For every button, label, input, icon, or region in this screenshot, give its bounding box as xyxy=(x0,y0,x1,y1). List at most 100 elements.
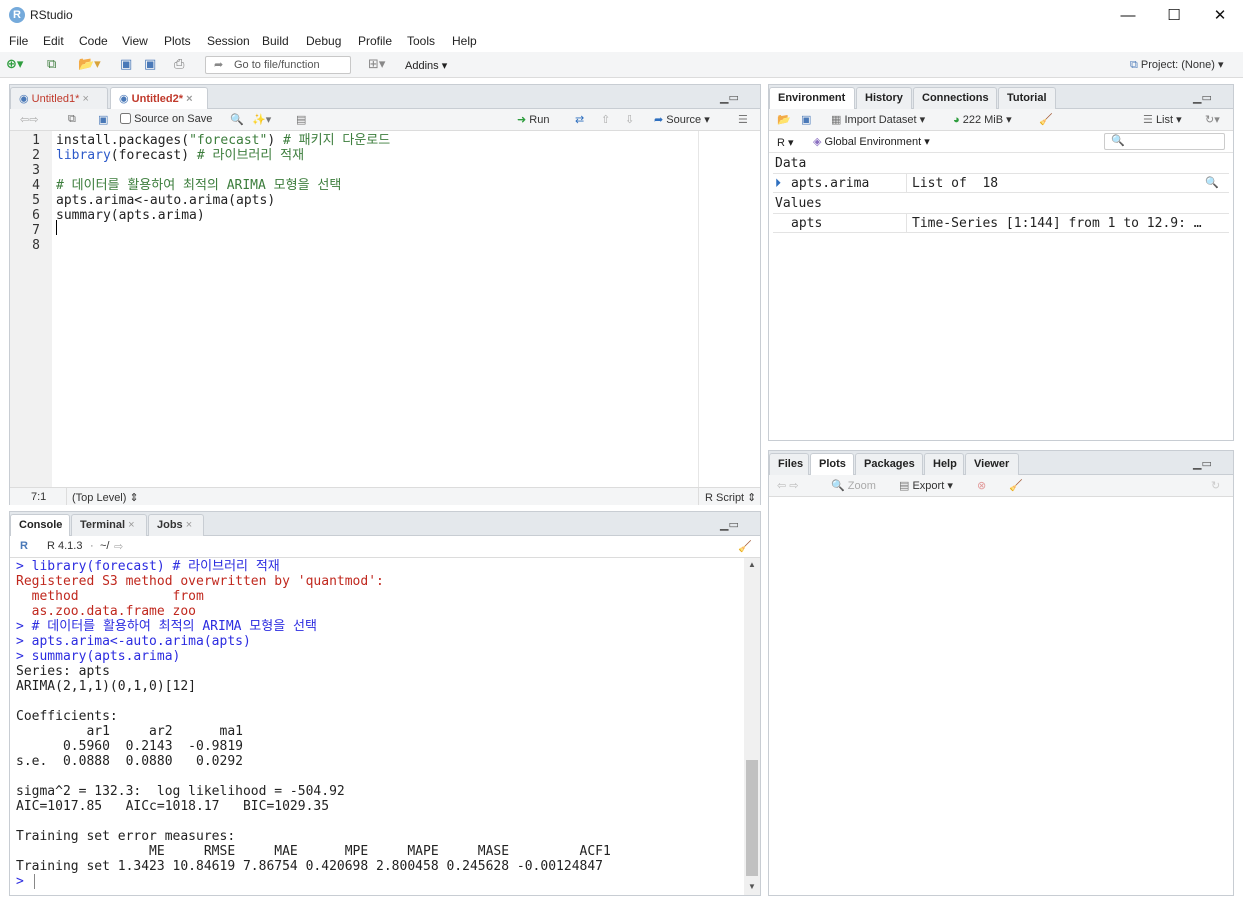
close-button[interactable]: ✕ xyxy=(1197,0,1243,30)
plots-toolbar: ⇦ ⇨ 🔍 Zoom ▤ Export ▾ ⊗ 🧹 ↻ xyxy=(769,475,1233,497)
maximize-button[interactable]: ☐ xyxy=(1151,0,1197,30)
show-in-window-icon[interactable]: ⧉ xyxy=(68,113,76,126)
code-tools-icon[interactable]: ✨▾ xyxy=(252,113,271,126)
save-workspace-icon[interactable]: ▣ xyxy=(801,113,811,126)
addins-menu[interactable]: Addins ▾ xyxy=(405,59,447,72)
menu-profile[interactable]: Profile xyxy=(358,34,392,48)
tab-untitled2[interactable]: ◉ Untitled2* × xyxy=(110,87,208,110)
code-token: ) xyxy=(267,133,283,148)
minimize-button[interactable]: — xyxy=(1105,0,1151,30)
prev-plot-icon[interactable]: ⇦ ⇨ xyxy=(777,479,799,492)
import-dataset-button[interactable]: ▦ Import Dataset ▾ xyxy=(831,113,925,126)
tab-jobs[interactable]: Jobs × xyxy=(148,514,204,536)
minimize-pane-icon[interactable]: ▁▭ xyxy=(1193,91,1212,104)
scroll-up-icon[interactable]: ▲ xyxy=(748,560,756,569)
console-line: 0.5960 0.2143 -0.9819 xyxy=(16,739,243,754)
save-icon[interactable]: ▣ xyxy=(120,56,132,72)
go-up-icon[interactable]: ⇧ xyxy=(601,113,610,126)
refresh-icon[interactable]: ↻ xyxy=(1211,479,1220,492)
tab-untitled1[interactable]: ◉ Untitled1* × xyxy=(10,87,108,109)
close-tab-icon[interactable]: × xyxy=(128,519,134,531)
load-workspace-icon[interactable]: 📂 xyxy=(777,113,791,126)
print-icon[interactable]: ⎙ xyxy=(174,56,184,72)
new-project-icon[interactable]: ⧉ xyxy=(47,56,56,72)
close-tab-icon[interactable]: × xyxy=(186,519,192,531)
remove-plot-icon[interactable]: ⊗ xyxy=(977,479,986,492)
clear-console-icon[interactable]: 🧹 xyxy=(738,540,752,553)
tab-terminal[interactable]: Terminal × xyxy=(71,514,147,536)
minimize-pane-icon[interactable]: ▁▭ xyxy=(1193,457,1212,470)
console-line: > summary(apts.arima) xyxy=(16,649,181,664)
zoom-button[interactable]: 🔍 Zoom xyxy=(831,479,876,492)
new-file-icon[interactable]: ⊕▾ xyxy=(6,56,23,72)
outline-icon[interactable]: ☰ xyxy=(738,113,748,126)
environment-search-input[interactable]: 🔍 xyxy=(1104,133,1225,150)
file-type-menu[interactable]: R Script ⇕ xyxy=(705,491,756,504)
menu-build[interactable]: Build xyxy=(262,34,289,48)
compile-report-icon[interactable]: ▤ xyxy=(296,113,306,126)
grid-layout-icon[interactable]: ⊞▾ xyxy=(368,56,385,72)
clear-plots-icon[interactable]: 🧹 xyxy=(1009,479,1023,492)
run-button[interactable]: ➜ Run xyxy=(517,113,549,126)
tab-environment[interactable]: Environment xyxy=(769,87,855,110)
open-file-icon[interactable]: 📂▾ xyxy=(78,56,101,72)
code-token: # 라이브러리 적재 xyxy=(196,148,305,163)
save-all-icon[interactable]: ▣ xyxy=(144,56,156,72)
find-icon[interactable]: 🔍 xyxy=(230,113,244,126)
clear-objects-icon[interactable]: 🧹 xyxy=(1039,113,1053,126)
source-on-save-checkbox[interactable]: Source on Save xyxy=(120,113,212,125)
refresh-icon[interactable]: ↻▾ xyxy=(1205,113,1220,126)
back-icon[interactable]: ⇦⇨ xyxy=(20,113,38,126)
close-tab-icon[interactable]: × xyxy=(186,93,192,105)
console-scrollbar[interactable]: ▲ ▼ xyxy=(744,558,760,895)
working-dir[interactable]: ~/ xyxy=(100,540,109,552)
go-down-icon[interactable]: ⇩ xyxy=(625,113,634,126)
tab-packages[interactable]: Packages xyxy=(855,453,923,475)
view-data-icon[interactable]: 🔍 xyxy=(1205,176,1219,189)
tab-tutorial[interactable]: Tutorial xyxy=(998,87,1056,109)
menu-plots[interactable]: Plots xyxy=(164,34,191,48)
menu-session[interactable]: Session xyxy=(207,34,250,48)
code-editor[interactable]: 1 install.packages("forecast") # 패키지 다운로드… xyxy=(10,131,760,487)
menu-edit[interactable]: Edit xyxy=(43,34,64,48)
scroll-down-icon[interactable]: ▼ xyxy=(748,882,756,891)
menu-debug[interactable]: Debug xyxy=(306,34,341,48)
env-row[interactable]: ⏵ apts.arima List of 18 🔍 xyxy=(773,173,1229,193)
tab-connections[interactable]: Connections xyxy=(913,87,997,109)
divider xyxy=(906,214,907,233)
divider xyxy=(906,174,907,193)
rerun-icon[interactable]: ⇄ xyxy=(575,113,584,126)
close-tab-icon[interactable]: × xyxy=(82,93,88,105)
tab-plots[interactable]: Plots xyxy=(810,453,854,476)
environment-scope-menu[interactable]: ◈ Global Environment ▾ xyxy=(813,135,930,148)
menu-help[interactable]: Help xyxy=(452,34,477,48)
tab-files[interactable]: Files xyxy=(769,453,809,475)
code-line: install.packages("forecast") # 패키지 다운로드 xyxy=(56,133,390,148)
scope-menu[interactable]: (Top Level) ⇕ xyxy=(72,491,139,504)
menu-file[interactable]: File xyxy=(9,34,28,48)
language-menu[interactable]: R ▾ xyxy=(777,136,794,149)
menu-code[interactable]: Code xyxy=(79,34,108,48)
export-button[interactable]: ▤ Export ▾ xyxy=(899,479,953,492)
tab-console[interactable]: Console xyxy=(10,514,70,537)
save-file-icon[interactable]: ▣ xyxy=(98,113,108,126)
tab-help[interactable]: Help xyxy=(924,453,964,475)
scroll-thumb[interactable] xyxy=(746,760,758,876)
expand-icon[interactable]: ⏵ xyxy=(775,176,781,191)
console-line: ARIMA(2,1,1)(0,1,0)[12] xyxy=(16,679,197,694)
menu-tools[interactable]: Tools xyxy=(407,34,435,48)
view-mode-menu[interactable]: ☰ List ▾ xyxy=(1143,113,1182,126)
menu-view[interactable]: View xyxy=(122,34,148,48)
console-output[interactable]: > library(forecast) # 라이브러리 적재 Registered… xyxy=(10,558,744,895)
project-menu[interactable]: ⧉ Project: (None) ▾ xyxy=(1130,58,1223,72)
env-row[interactable]: apts Time-Series [1:144] from 1 to 12.9:… xyxy=(773,213,1229,233)
tab-history[interactable]: History xyxy=(856,87,912,109)
tab-viewer[interactable]: Viewer xyxy=(965,453,1019,475)
source-on-save-check[interactable] xyxy=(120,113,131,124)
go-to-file-input[interactable]: ➦ Go to file/function xyxy=(205,56,351,74)
memory-usage[interactable]: ◕ 222 MiB ▾ xyxy=(953,113,1012,126)
source-button[interactable]: ➦ Source ▾ xyxy=(654,113,710,126)
minimize-pane-icon[interactable]: ▁▭ xyxy=(720,518,739,531)
go-to-dir-icon[interactable]: ⇨ xyxy=(114,540,123,553)
minimize-pane-icon[interactable]: ▁▭ xyxy=(720,91,739,104)
